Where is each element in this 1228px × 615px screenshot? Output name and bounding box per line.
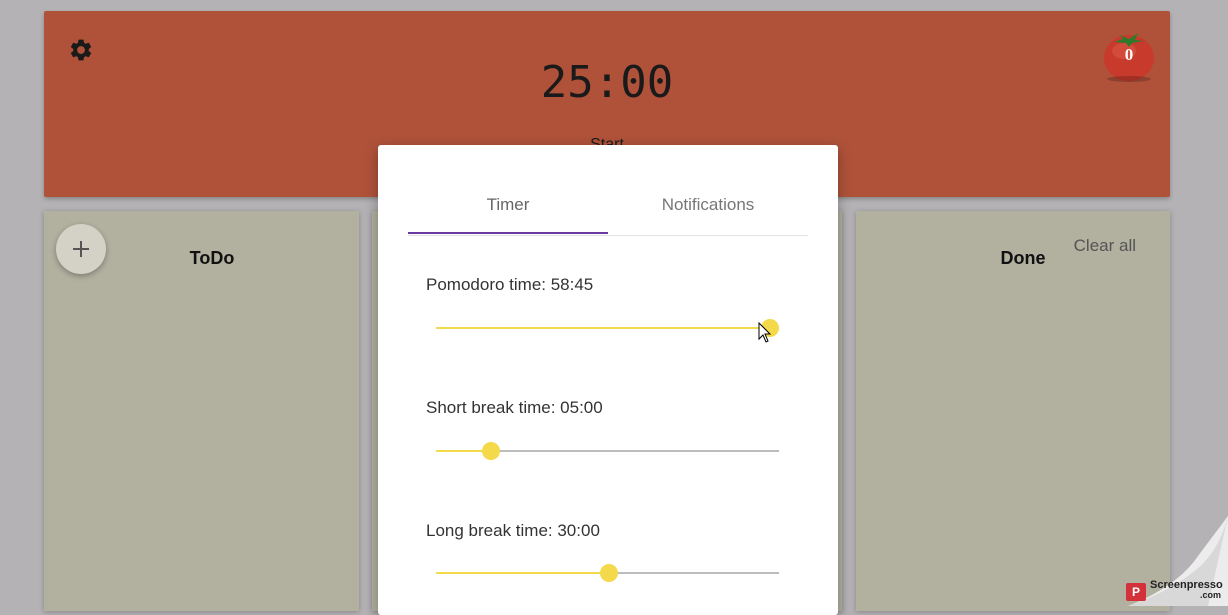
short-break-time-label: Short break time: 05:00 [426, 398, 603, 417]
watermark-domain: .com [1200, 590, 1222, 600]
tab-timer[interactable]: Timer [408, 181, 608, 235]
slider-track [436, 572, 610, 574]
timer-display: 25:00 [540, 57, 674, 108]
long-break-time-slider[interactable] [436, 563, 779, 583]
slider-thumb[interactable] [600, 564, 619, 582]
slider-thumb[interactable] [481, 442, 500, 460]
done-title: Done [1000, 248, 1046, 268]
tab-notifications[interactable]: Notifications [608, 181, 808, 235]
pomodoro-time-label: Pomodoro time: 58:45 [426, 275, 594, 294]
slider-track [436, 327, 771, 329]
short-break-time-slider[interactable] [436, 441, 779, 461]
slider-thumb[interactable] [761, 319, 780, 337]
clear-all-button[interactable]: Clear all [1074, 236, 1136, 256]
active-tab-indicator [408, 232, 608, 234]
screenpresso-logo-icon: P [1126, 583, 1146, 601]
pomodoro-time-slider[interactable] [436, 318, 780, 338]
settings-dialog: Timer Notifications Pomodoro time: 58:45… [378, 145, 838, 615]
settings-tabs: Timer Notifications [408, 181, 808, 236]
todo-column: ToDo [44, 211, 359, 611]
pomodoro-counter: 0 [1102, 27, 1156, 83]
todo-title: ToDo [189, 248, 235, 268]
long-break-time-label: Long break time: 30:00 [426, 521, 600, 540]
pomodoro-count: 0 [1124, 45, 1134, 64]
